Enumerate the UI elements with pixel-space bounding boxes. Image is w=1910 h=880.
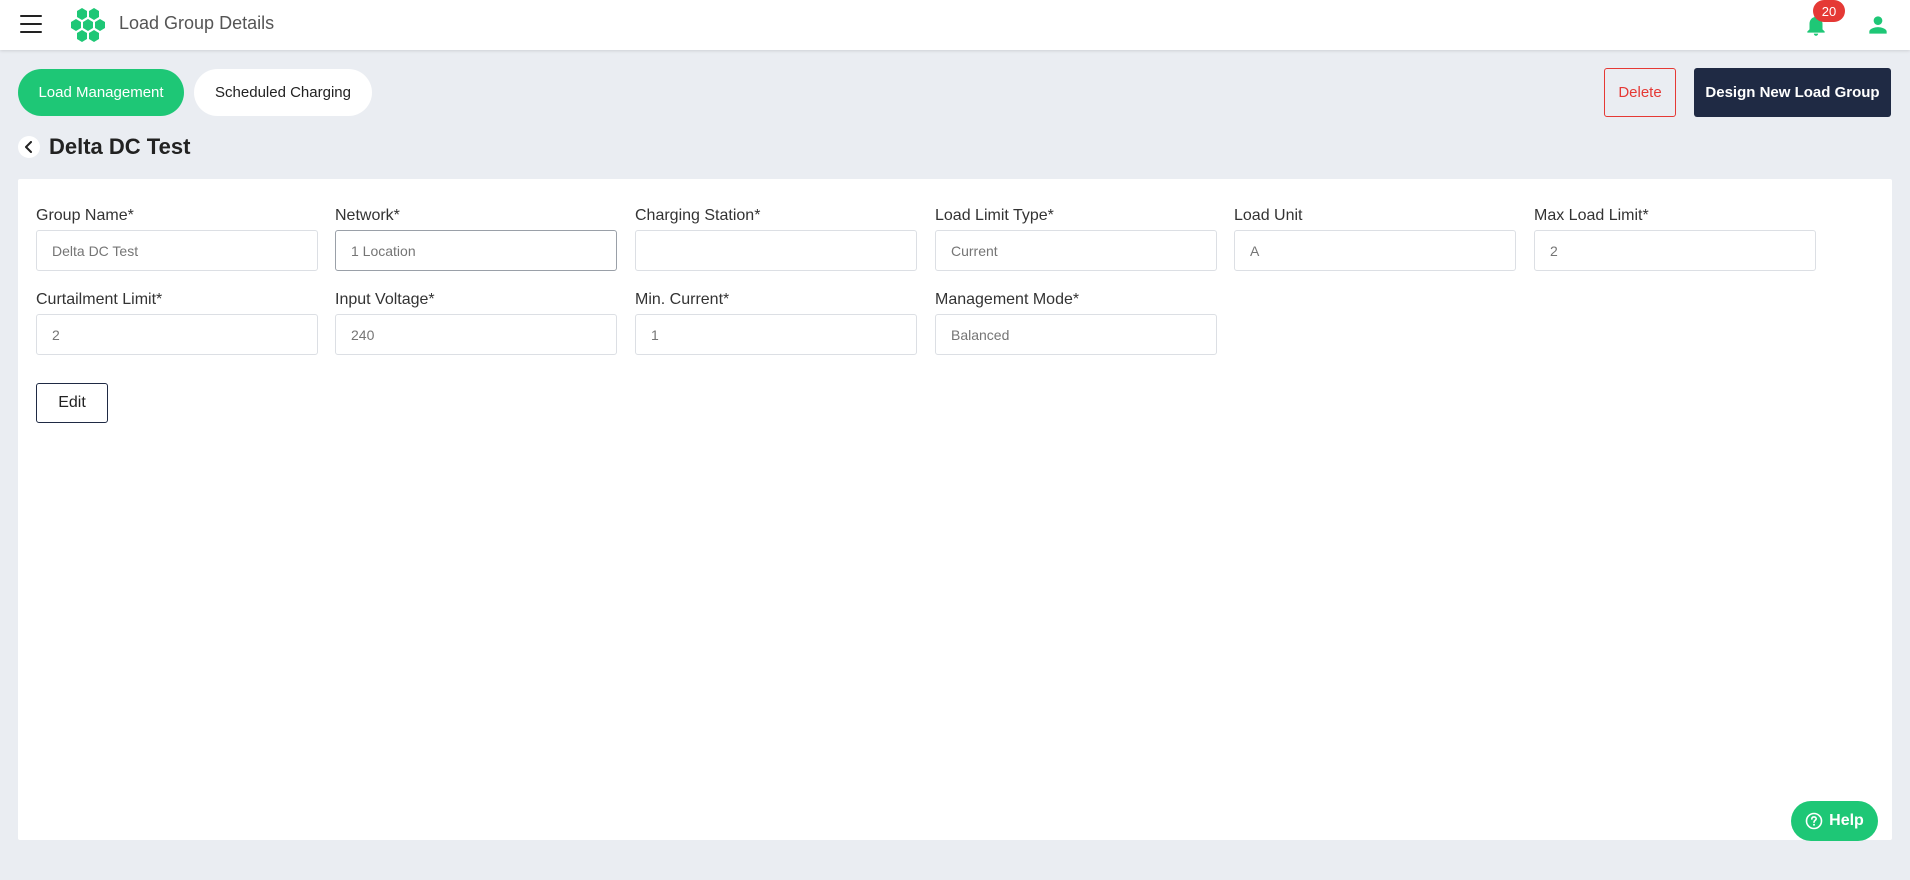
- max-load-limit-input[interactable]: [1534, 230, 1816, 271]
- charging-station-input[interactable]: [635, 230, 917, 271]
- design-new-load-group-button[interactable]: Design New Load Group: [1694, 68, 1891, 117]
- group-name-input[interactable]: [36, 230, 318, 271]
- network-field: Network*: [335, 206, 617, 271]
- delete-button[interactable]: Delete: [1604, 68, 1676, 117]
- notification-badge: 20: [1813, 0, 1845, 22]
- min-current-input[interactable]: [635, 314, 917, 355]
- form-card: Group Name* Network* Charging Station* L…: [18, 179, 1892, 840]
- management-mode-label: Management Mode*: [935, 291, 1080, 308]
- menu-icon[interactable]: [20, 15, 42, 33]
- load-unit-input[interactable]: [1234, 230, 1516, 271]
- load-limit-type-label: Load Limit Type*: [935, 207, 1054, 224]
- curtailment-limit-field: Curtailment Limit*: [36, 290, 318, 355]
- tab-load-management[interactable]: Load Management: [18, 69, 184, 116]
- input-voltage-input[interactable]: [335, 314, 617, 355]
- charging-station-field: Charging Station*: [635, 206, 917, 271]
- logo-icon: [71, 8, 105, 42]
- page-title: Delta DC Test: [49, 134, 191, 159]
- network-label: Network*: [335, 207, 400, 224]
- back-button[interactable]: [18, 136, 40, 158]
- tab-scheduled-charging[interactable]: Scheduled Charging: [194, 69, 372, 116]
- help-button[interactable]: Help: [1791, 801, 1878, 841]
- app-title: Load Group Details: [119, 13, 275, 33]
- max-load-limit-label: Max Load Limit*: [1534, 207, 1649, 224]
- load-unit-field: Load Unit: [1234, 206, 1516, 271]
- question-circle-icon: [1805, 812, 1823, 830]
- max-load-limit-field: Max Load Limit*: [1534, 206, 1816, 271]
- user-icon[interactable]: [1865, 12, 1891, 38]
- edit-button[interactable]: Edit: [36, 383, 108, 423]
- group-name-label: Group Name*: [36, 207, 134, 224]
- load-unit-label: Load Unit: [1234, 207, 1303, 224]
- load-limit-type-input[interactable]: [935, 230, 1217, 271]
- min-current-label: Min. Current*: [635, 291, 730, 308]
- min-current-field: Min. Current*: [635, 290, 917, 355]
- top-bar: Load Group Details 20: [0, 0, 1910, 50]
- management-mode-field: Management Mode*: [935, 290, 1217, 355]
- input-voltage-label: Input Voltage*: [335, 291, 435, 308]
- group-name-field: Group Name*: [36, 206, 318, 271]
- management-mode-input[interactable]: [935, 314, 1217, 355]
- chevron-left-icon: [25, 141, 32, 153]
- charging-station-label: Charging Station*: [635, 207, 761, 224]
- input-voltage-field: Input Voltage*: [335, 290, 617, 355]
- load-limit-type-field: Load Limit Type*: [935, 206, 1217, 271]
- curtailment-limit-input[interactable]: [36, 314, 318, 355]
- help-label: Help: [1829, 812, 1864, 829]
- network-input[interactable]: [335, 230, 617, 271]
- curtailment-limit-label: Curtailment Limit*: [36, 291, 163, 308]
